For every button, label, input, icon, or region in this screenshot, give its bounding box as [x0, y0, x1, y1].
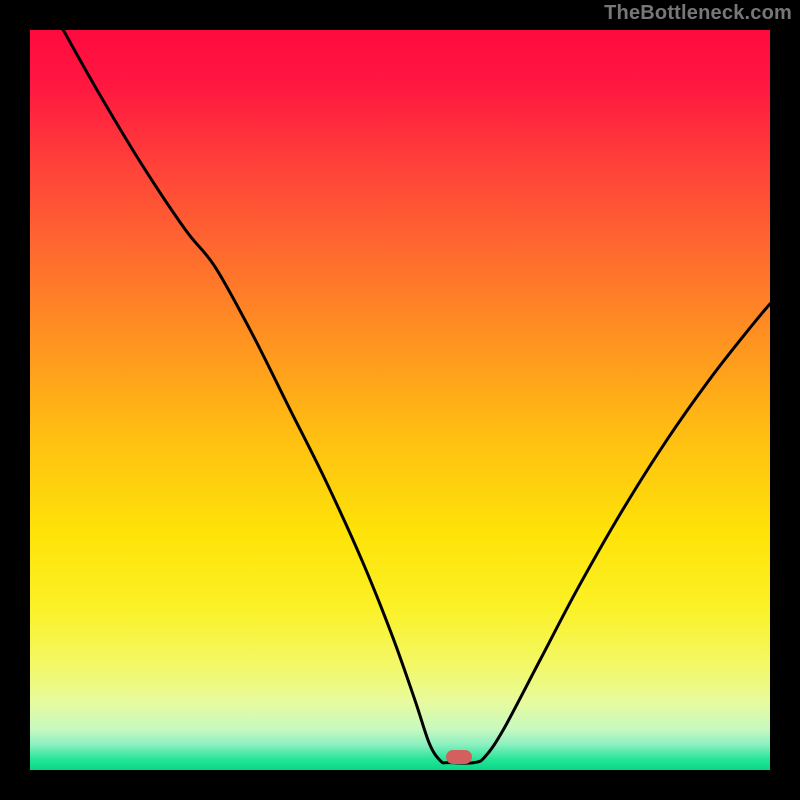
watermark-text: TheBottleneck.com: [604, 2, 792, 25]
bottleneck-chart: [30, 30, 770, 770]
optimal-marker: [446, 750, 472, 764]
plot-area: [30, 30, 770, 770]
